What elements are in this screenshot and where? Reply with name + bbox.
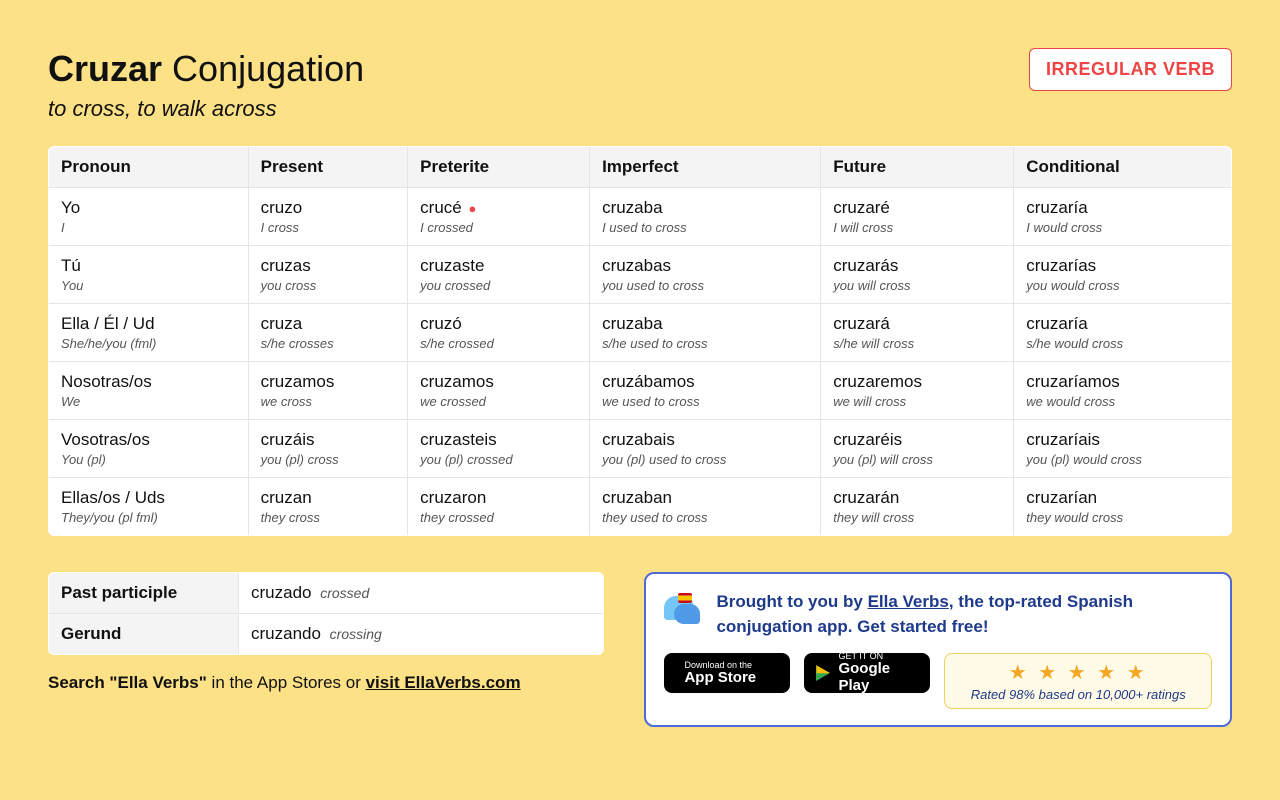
conj-cell: cruzas/he crosses [248,304,408,362]
conj-cell: cruzós/he crossed [408,304,590,362]
conj-cell: cruzanthey cross [248,478,408,536]
pronoun-cell: Ella / Él / UdShe/he/you (fml) [49,304,249,362]
conj-cell: cruzabasyou used to cross [590,246,821,304]
conj-cell: cruzaréisyou (pl) will cross [821,420,1014,478]
table-row: TúYoucruzasyou crosscruzasteyou crossedc… [49,246,1232,304]
conj-cell: cruzaríamoswe would cross [1014,362,1232,420]
conj-cell: cruzamoswe cross [248,362,408,420]
conj-cell: cruzaríaI would cross [1014,188,1232,246]
app-icon [664,590,702,628]
conj-cell: cruzarásyou will cross [821,246,1014,304]
gerund-label: Gerund [49,614,239,655]
app-store-button[interactable]: Download on the App Store [664,653,790,693]
irregular-badge: IRREGULAR VERB [1029,48,1232,91]
ella-verbs-link[interactable]: Ella Verbs [868,592,949,611]
conj-cell: cruzabaisyou (pl) used to cross [590,420,821,478]
conj-cell: cruzabaI used to cross [590,188,821,246]
conj-cell: cruzasyou cross [248,246,408,304]
conj-cell: cruzarás/he will cross [821,304,1014,362]
col-header: Preterite [408,147,590,188]
pronoun-cell: TúYou [49,246,249,304]
promo-box: Brought to you by Ella Verbs, the top-ra… [644,572,1232,727]
conj-cell: cruzaríaisyou (pl) would cross [1014,420,1232,478]
gerund-value: cruzando crossing [239,614,604,655]
conj-cell: cruzaríanthey would cross [1014,478,1232,536]
conj-cell: cruzaríasyou would cross [1014,246,1232,304]
table-row: Vosotras/osYou (pl)cruzáisyou (pl) cross… [49,420,1232,478]
conj-cell: cruzabanthey used to cross [590,478,821,536]
past-participle-value: cruzado crossed [239,573,604,614]
col-header: Pronoun [49,147,249,188]
play-icon [816,665,830,681]
visit-link[interactable]: visit EllaVerbs.com [366,673,521,692]
conj-cell: cruzaréI will cross [821,188,1014,246]
pronoun-cell: Ellas/os / UdsThey/you (pl fml) [49,478,249,536]
col-header: Imperfect [590,147,821,188]
table-row: Nosotras/osWecruzamoswe crosscruzamoswe … [49,362,1232,420]
conj-cell: cruzaronthey crossed [408,478,590,536]
table-row: YoIcruzoI crosscrucé ●I crossedcruzabaI … [49,188,1232,246]
search-line: Search "Ella Verbs" in the App Stores or… [48,673,604,693]
conjugation-table: PronounPresentPreteriteImperfectFutureCo… [48,146,1232,536]
col-header: Future [821,147,1014,188]
table-row: Ellas/os / UdsThey/you (pl fml)cruzanthe… [49,478,1232,536]
conj-cell: cruzasteyou crossed [408,246,590,304]
conj-cell: cruzamoswe crossed [408,362,590,420]
conj-cell: cruzáisyou (pl) cross [248,420,408,478]
title-rest: Conjugation [172,48,364,89]
table-row: Ella / Él / UdShe/he/you (fml)cruzas/he … [49,304,1232,362]
pronoun-cell: YoI [49,188,249,246]
conj-cell: cruzábamoswe used to cross [590,362,821,420]
conj-cell: cruzaremoswe will cross [821,362,1014,420]
page-title: Cruzar Conjugation [48,48,364,90]
google-play-button[interactable]: GET IT ON Google Play [804,653,930,693]
star-icons: ★ ★ ★ ★ ★ [955,660,1201,685]
conj-cell: cruzarías/he would cross [1014,304,1232,362]
promo-text: Brought to you by Ella Verbs, the top-ra… [716,590,1212,639]
conj-cell: cruzaránthey will cross [821,478,1014,536]
participle-table: Past participle cruzado crossed Gerund c… [48,572,604,655]
conj-cell: cruzasteisyou (pl) crossed [408,420,590,478]
rating-box: ★ ★ ★ ★ ★ Rated 98% based on 10,000+ rat… [944,653,1212,709]
col-header: Present [248,147,408,188]
past-participle-label: Past participle [49,573,239,614]
pronoun-cell: Nosotras/osWe [49,362,249,420]
pronoun-cell: Vosotras/osYou (pl) [49,420,249,478]
title-verb: Cruzar [48,48,162,89]
conj-cell: crucé ●I crossed [408,188,590,246]
col-header: Conditional [1014,147,1232,188]
conj-cell: cruzabas/he used to cross [590,304,821,362]
conj-cell: cruzoI cross [248,188,408,246]
subtitle: to cross, to walk across [48,96,364,122]
